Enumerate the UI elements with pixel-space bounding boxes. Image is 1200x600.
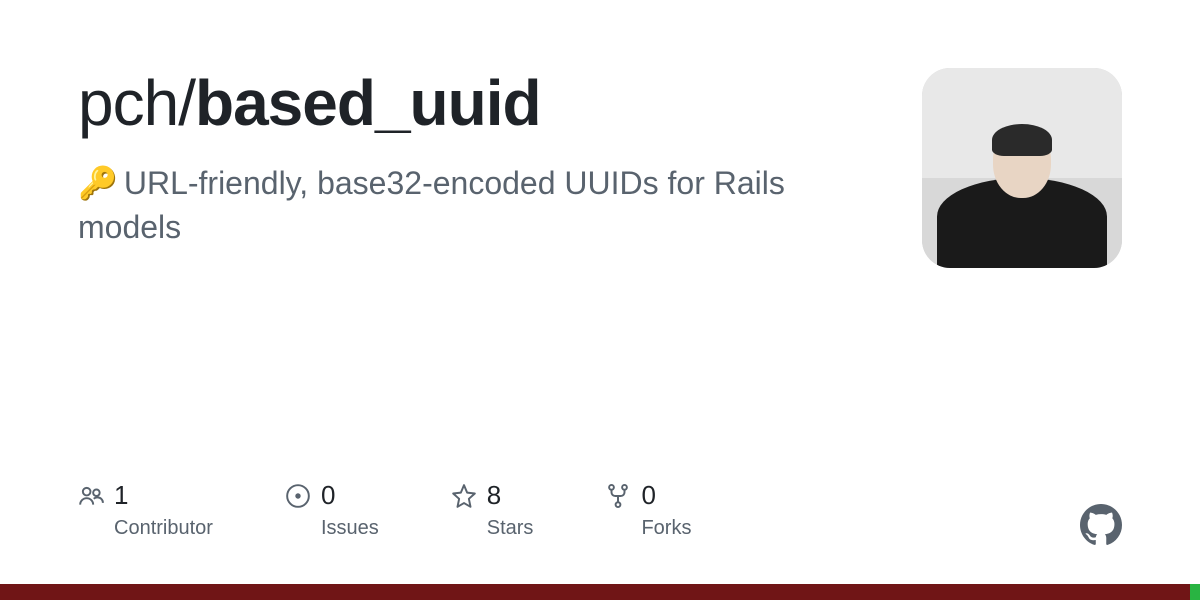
issues-value: 0: [321, 480, 335, 511]
repo-name[interactable]: based_uuid: [195, 67, 541, 139]
repo-description: 🔑URL-friendly, base32-encoded UUIDs for …: [78, 162, 882, 248]
github-logo-icon[interactable]: [1080, 504, 1122, 546]
issue-icon: [285, 483, 311, 509]
stat-stars[interactable]: 8 Stars: [451, 480, 534, 540]
fork-icon: [605, 483, 631, 509]
repo-title[interactable]: pch/based_uuid: [78, 68, 882, 138]
stat-issues[interactable]: 0 Issues: [285, 480, 379, 540]
language-segment: [0, 584, 1190, 600]
avatar[interactable]: [922, 68, 1122, 268]
stars-value: 8: [487, 480, 501, 511]
avatar-person: [942, 128, 1102, 268]
repo-owner[interactable]: pch: [78, 67, 178, 139]
stats-row: 1 Contributor 0 Issues 8 Stars: [78, 480, 691, 540]
issues-label: Issues: [321, 517, 379, 540]
contributors-label: Contributor: [114, 517, 213, 540]
language-bar: [0, 584, 1200, 600]
people-icon: [78, 483, 104, 509]
forks-value: 0: [641, 480, 655, 511]
stat-forks[interactable]: 0 Forks: [605, 480, 691, 540]
stars-label: Stars: [487, 517, 534, 540]
key-emoji: 🔑: [78, 165, 118, 201]
title-section: pch/based_uuid 🔑URL-friendly, base32-enc…: [78, 68, 922, 249]
repo-separator: /: [178, 67, 195, 139]
forks-label: Forks: [641, 517, 691, 540]
header-row: pch/based_uuid 🔑URL-friendly, base32-enc…: [78, 68, 1122, 268]
stat-contributors[interactable]: 1 Contributor: [78, 480, 213, 540]
contributors-value: 1: [114, 480, 128, 511]
language-segment: [1190, 584, 1200, 600]
star-icon: [451, 483, 477, 509]
description-text: URL-friendly, base32-encoded UUIDs for R…: [78, 165, 785, 244]
